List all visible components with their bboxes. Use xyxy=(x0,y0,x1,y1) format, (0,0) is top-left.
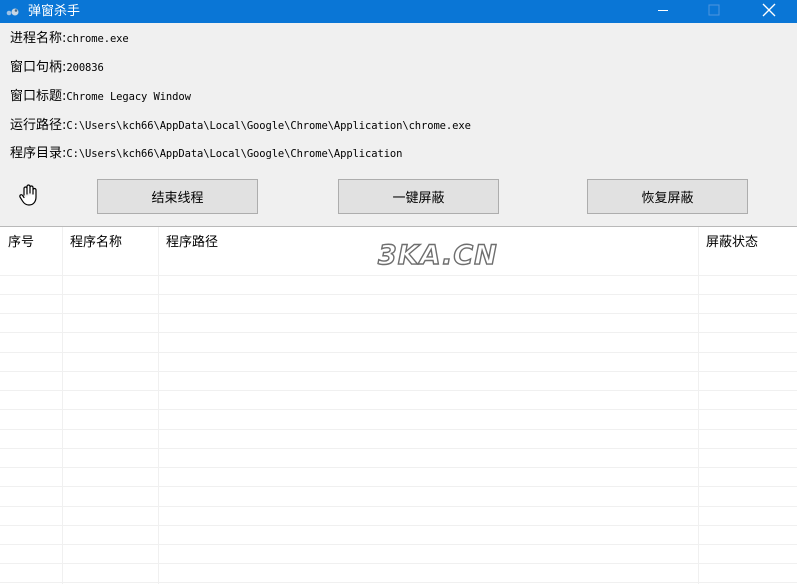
info-value: chrome.exe xyxy=(66,33,129,45)
row-line xyxy=(0,563,797,564)
column-separator xyxy=(62,227,63,584)
watermark: 3KA.CN xyxy=(377,239,498,270)
maximize-icon xyxy=(708,4,720,20)
row-line xyxy=(0,371,797,372)
row-line xyxy=(0,467,797,468)
info-value: C:\Users\kch66\AppData\Local\Google\Chro… xyxy=(66,120,471,132)
row-line xyxy=(0,429,797,430)
info-label: 程序目录: xyxy=(10,146,67,161)
row-line xyxy=(0,525,797,526)
row-line xyxy=(0,409,797,410)
row-line xyxy=(0,390,797,391)
column-header-block-status[interactable]: 屏蔽状态 xyxy=(698,227,797,275)
close-icon xyxy=(762,3,776,21)
info-window-handle: 窗口句柄:200836 xyxy=(10,59,104,77)
hand-icon[interactable] xyxy=(16,182,42,208)
info-label: 窗口句柄: xyxy=(10,60,67,75)
info-value: C:\Users\kch66\AppData\Local\Google\Chro… xyxy=(66,148,403,160)
one-key-block-button[interactable]: 一键屏蔽 xyxy=(338,179,499,214)
row-line xyxy=(0,352,797,353)
column-separator xyxy=(698,227,699,584)
info-program-dir: 程序目录:C:\Users\kch66\AppData\Local\Google… xyxy=(10,145,402,163)
minimize-button[interactable] xyxy=(640,0,686,23)
column-header-index[interactable]: 序号 xyxy=(0,227,63,275)
end-thread-button[interactable]: 结束线程 xyxy=(97,179,258,214)
info-run-path: 运行路径:C:\Users\kch66\AppData\Local\Google… xyxy=(10,117,471,135)
minimize-icon xyxy=(657,4,669,20)
row-line xyxy=(0,582,797,583)
row-line xyxy=(0,332,797,333)
column-separator xyxy=(158,227,159,584)
close-button[interactable] xyxy=(746,0,792,23)
row-line xyxy=(0,294,797,295)
row-line xyxy=(0,506,797,507)
info-label: 进程名称: xyxy=(10,31,67,46)
row-line xyxy=(0,544,797,545)
info-value: 200836 xyxy=(66,62,104,74)
process-list[interactable]: 序号 程序名称 程序路径 屏蔽状态 3KA.CN xyxy=(0,226,797,584)
row-line xyxy=(0,486,797,487)
info-process-name: 进程名称:chrome.exe xyxy=(10,30,129,48)
row-line xyxy=(0,313,797,314)
restore-block-button[interactable]: 恢复屏蔽 xyxy=(587,179,748,214)
info-window-title: 窗口标题:Chrome Legacy Window xyxy=(10,88,191,106)
app-icon xyxy=(4,4,22,20)
info-label: 窗口标题: xyxy=(10,89,67,104)
info-label: 运行路径: xyxy=(10,118,67,133)
row-line xyxy=(0,448,797,449)
window-title: 弹窗杀手 xyxy=(28,4,81,19)
watermark-text: 3KA.CN xyxy=(378,240,498,270)
maximize-button[interactable] xyxy=(691,0,737,23)
info-value: Chrome Legacy Window xyxy=(66,91,191,103)
title-bar: 弹窗杀手 xyxy=(0,0,797,23)
row-line xyxy=(0,275,797,276)
column-header-program-name[interactable]: 程序名称 xyxy=(62,227,158,275)
